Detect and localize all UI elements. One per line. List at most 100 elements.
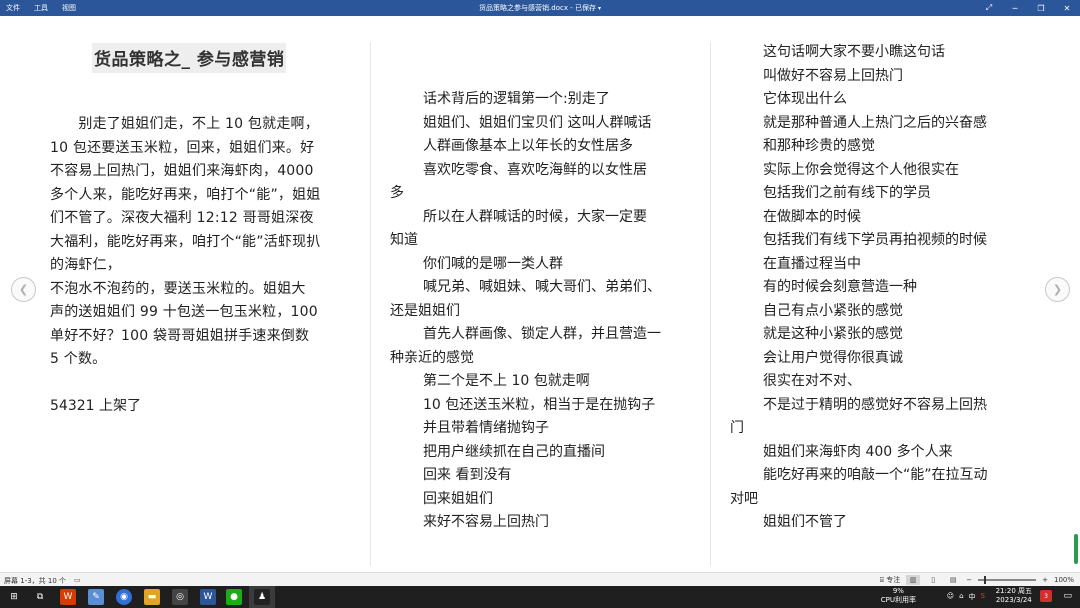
text-line: 别走了姐姐们走，不上 10 包就走啊，: [50, 116, 319, 132]
text-line: 姐姐们来海虾肉 400 多个人来: [763, 443, 953, 460]
text-line: 会让用户觉得你很真诚: [763, 349, 903, 366]
notification-badge[interactable]: 3: [1040, 590, 1052, 602]
system-tray: 9% CPU利用率 ☺ ⌂ 中 S 21:20 周五 2023/3/24 3 ▭: [840, 586, 1080, 608]
fullscreen-icon[interactable]: ⤢: [976, 0, 1002, 16]
windows-start-icon[interactable]: ⊞: [6, 589, 22, 605]
text-line: 有的时候会刻意营造一种: [763, 279, 917, 295]
tray-icons: ☺ ⌂ 中 S: [947, 592, 985, 602]
text-line: 大福利，能吃好再来，咱打个“能”活虾现扒: [50, 233, 321, 250]
chevron-right-icon: ❯: [1052, 283, 1063, 296]
text-line: 知道: [390, 232, 418, 248]
minimize-button[interactable]: ─: [1002, 0, 1028, 16]
text-line: 话术背后的逻辑第一个:别走了: [423, 91, 610, 107]
reading-view-button[interactable]: ▥: [906, 575, 921, 585]
reading-view: 货品策略之_ 参与感营销 别走了姐姐们走，不上 10 包就走啊， 10 包还要送玉…: [0, 16, 1080, 572]
text-line: 人群画像基本上以年长的女性居多: [423, 138, 633, 154]
text-line: 就是这种小紧张的感觉: [763, 326, 903, 342]
focus-mode-button[interactable]: ⌸ 专注: [880, 575, 900, 585]
text-line: 们不管了。深夜大福利 12:12 哥哥姐深夜: [50, 210, 314, 226]
text-line: 10 包还要送玉米粒，回来，姐姐们来。好: [50, 139, 315, 156]
text-line: 声的送姐姐们 99 十包送一包玉米粒，100: [50, 304, 318, 320]
page-info: 屏幕 1-3，共 10 个: [4, 577, 67, 585]
column-divider: [710, 42, 711, 566]
text-line: 它体现出什么: [763, 91, 847, 107]
web-icon: ▤: [949, 576, 957, 584]
text-line: 包括我们有线下学员再拍视频的时候: [763, 232, 987, 248]
zoom-in-button[interactable]: +: [1042, 576, 1048, 584]
file-explorer-icon[interactable]: ▬: [144, 589, 160, 605]
paragraph: 别走了姐姐们走，不上 10 包就走啊， 10 包还要送玉米粒，回来，姐姐们来。好不…: [50, 113, 355, 372]
keyboard-icon[interactable]: ▭: [74, 576, 81, 584]
task-view-icon[interactable]: ⧉: [32, 589, 48, 605]
ime-indicator[interactable]: 中: [969, 592, 976, 602]
notification-icon[interactable]: ▭: [1063, 591, 1072, 601]
text-lines: 这句话啊大家不要小瞧这句话 叫做好不容易上回热门 它体现出什么就是那种普通人上热门之…: [730, 41, 1035, 535]
text-line: 门: [730, 420, 744, 436]
qq-icon[interactable]: ♟: [254, 589, 270, 605]
text-line: 所以在人群喊话的时候，大家一定要: [423, 208, 647, 225]
text-line: 第二个是不上 10 包就走啊: [423, 373, 590, 389]
time: 21:20 周五: [995, 587, 1032, 595]
text-line: 包括我们之前有线下的学员: [763, 185, 931, 201]
text-line: 把用户继续抓在自己的直播间: [423, 443, 605, 460]
text-line: 多个人来，能吃好再来，咱打个“能”，姐姐: [50, 186, 321, 203]
document-title[interactable]: 货品策略之参与感营销.docx - 已保存 ▾: [0, 3, 1080, 13]
date: 2023/3/24: [995, 596, 1032, 604]
text-line: 回来姐姐们: [423, 490, 493, 507]
text-line: 在直播过程当中: [763, 255, 861, 272]
wps-app-icon[interactable]: W: [60, 589, 76, 605]
text-line: 喜欢吃零食、喜欢吃海鲜的以女性居: [423, 161, 647, 178]
column-3: 这句话啊大家不要小瞧这句话 叫做好不容易上回热门 它体现出什么就是那种普通人上热门之…: [730, 16, 1035, 572]
browser-icon[interactable]: ◉: [116, 589, 132, 605]
text-line: 的海虾仁，: [50, 257, 121, 273]
next-page-button[interactable]: ❯: [1045, 277, 1070, 302]
web-layout-button[interactable]: ▤: [946, 575, 960, 585]
restore-button[interactable]: ❐: [1028, 0, 1054, 16]
page-title: 货品策略之_ 参与感营销: [92, 43, 287, 73]
network-icon[interactable]: ⌂: [959, 592, 963, 602]
zoom-level[interactable]: 100%: [1054, 576, 1074, 584]
window-controls: ⤢ ─ ❐ ✕: [976, 0, 1080, 16]
antivirus-icon[interactable]: S: [981, 592, 985, 602]
text-line: 不容易上回热门，姐姐们来海虾肉，4000: [50, 163, 314, 179]
text-line: 实际上你会觉得这个人他很实在: [763, 161, 959, 178]
focus-label: 专注: [886, 576, 901, 584]
text-line: 多: [390, 185, 404, 201]
cpu-monitor[interactable]: 9% CPU利用率: [881, 587, 916, 605]
app-icon[interactable]: ✎: [88, 589, 104, 605]
wechat-icon[interactable]: ●: [226, 589, 242, 605]
text-line: 5 个数。: [50, 351, 107, 367]
people-icon[interactable]: ☺: [947, 592, 954, 602]
status-controls: ⌸ 专注 ▥ ▯ ▤ − + 100%: [880, 575, 1074, 585]
text-lines: 话术背后的逻辑第一个:别走了 姐姐们、姐姐们宝贝们 这叫人群喊话 人群画像基本上以年…: [390, 88, 695, 535]
text-line: 种亲近的感觉: [390, 349, 474, 366]
text-line: 在做脚本的时候: [763, 208, 861, 225]
text-line: 和那种珍贵的感觉: [763, 138, 875, 154]
text-line: 来好不容易上回热门: [423, 514, 549, 530]
close-button[interactable]: ✕: [1054, 0, 1080, 16]
clock[interactable]: 21:20 周五 2023/3/24: [996, 587, 1032, 605]
column-2: 话术背后的逻辑第一个:别走了 姐姐们、姐姐们宝贝们 这叫人群喊话 人群画像基本上以年…: [390, 16, 695, 572]
text-line: 不是过于精明的感觉好不容易上回热: [763, 396, 987, 413]
zoom-out-button[interactable]: −: [966, 576, 972, 584]
text-line: 并且带着情绪抛钩子: [423, 420, 549, 436]
app-icon[interactable]: ◎: [172, 589, 188, 605]
text-line: 这句话啊大家不要小瞧这句话: [763, 44, 945, 60]
text-line: 叫做好不容易上回热门: [763, 67, 903, 84]
text-line: 10 包还送玉米粒，相当于是在抛钩子: [423, 396, 656, 413]
previous-page-button[interactable]: ❮: [11, 277, 36, 302]
column-divider: [370, 42, 371, 566]
text-line: 姐姐们不管了: [763, 514, 847, 530]
text-line: 就是那种普通人上热门之后的兴奋感: [763, 114, 987, 131]
zoom-slider[interactable]: [978, 576, 1037, 584]
text-line: 还是姐姐们: [390, 302, 460, 319]
document-title-text: 货品策略之参与感营销.docx - 已保存: [479, 4, 596, 12]
text-line: 自己有点小紧张的感觉: [763, 302, 903, 319]
cpu-label: CPU利用率: [880, 596, 916, 604]
print-layout-button[interactable]: ▯: [926, 575, 940, 585]
word-icon[interactable]: W: [200, 589, 216, 605]
page-icon: ▯: [931, 576, 936, 584]
cpu-value: 9%: [892, 587, 904, 595]
taskbar: ⊞ ⧉ W ✎ ◉ ▬ ◎ W ● ♟ 9% CPU利用率 ☺ ⌂ 中 S 21…: [0, 586, 1080, 608]
scroll-position-indicator[interactable]: [1074, 534, 1078, 564]
